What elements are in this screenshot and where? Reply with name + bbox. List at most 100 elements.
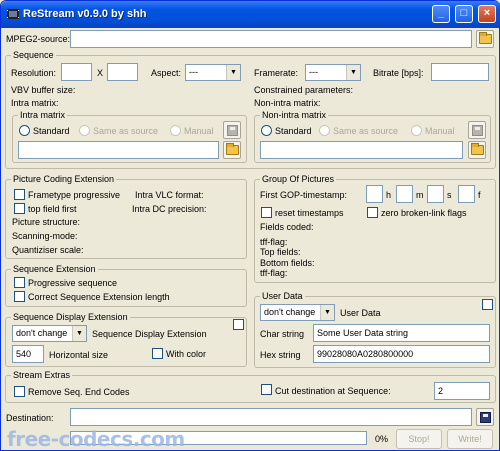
stop-button[interactable]: Stop! — [396, 429, 442, 449]
zero-broken-link-label: zero broken-link flags — [381, 208, 467, 218]
chevron-down-icon: ▼ — [226, 65, 240, 80]
top-fields-label: Top fields: — [260, 247, 301, 257]
cut-sequence-input[interactable]: 2 — [434, 382, 490, 400]
sde-mode-value: don't change — [16, 328, 68, 338]
gop-minutes-input[interactable] — [396, 185, 413, 203]
non-intra-manual-label: Manual — [425, 126, 455, 136]
intra-vlc-label: Intra VLC format: — [135, 190, 204, 200]
sde-mode-select[interactable]: don't change ▼ — [12, 325, 87, 342]
quantiser-label: Quantiziser scale: — [12, 245, 84, 255]
folder-open-icon — [479, 32, 492, 44]
remove-end-codes-checkbox[interactable] — [14, 386, 25, 397]
chevron-down-icon: ▼ — [72, 326, 86, 341]
frametype-progressive-checkbox[interactable] — [14, 189, 25, 200]
minimize-button[interactable]: _ — [432, 5, 450, 23]
gop-seconds-input[interactable] — [427, 185, 444, 203]
watermark-text: free-codecs.com — [7, 427, 185, 451]
non-intra-same-radio[interactable] — [319, 125, 330, 136]
folder-open-icon — [471, 143, 484, 155]
cut-destination-checkbox[interactable] — [261, 384, 272, 395]
correct-length-checkbox[interactable] — [14, 291, 25, 302]
scanning-mode-label: Scanning-mode: — [12, 231, 78, 241]
non-intra-matrix-group-label: Non-intra matrix — [260, 110, 329, 120]
user-data-mode-value: don't change — [264, 307, 316, 317]
gop-f-label: f — [478, 190, 481, 200]
destination-input[interactable] — [70, 408, 472, 426]
maximize-button[interactable]: □ — [455, 5, 473, 23]
framerate-select[interactable]: --- ▼ — [305, 64, 361, 81]
horizontal-size-input[interactable]: 540 — [12, 345, 44, 363]
with-color-checkbox[interactable] — [152, 348, 163, 359]
user-data-mode-select[interactable]: don't change ▼ — [260, 304, 335, 321]
resolution-x-label: X — [97, 68, 104, 78]
fields-coded-label: Fields coded: — [260, 222, 314, 232]
reset-timestamps-checkbox[interactable] — [261, 207, 272, 218]
user-data-label: User Data — [340, 308, 381, 318]
char-string-label: Char string — [260, 329, 305, 339]
hex-string-input[interactable]: 99028080A0280800000 — [313, 345, 490, 363]
non-intra-matrix-path[interactable] — [260, 141, 463, 159]
intra-open-button[interactable] — [223, 141, 241, 159]
constrained-label: Constrained parameters: — [254, 85, 354, 95]
save-icon — [480, 412, 491, 423]
user-data-enable-checkbox[interactable] — [482, 299, 493, 310]
progressive-sequence-checkbox[interactable] — [14, 277, 25, 288]
window-title: ReStream v0.9.0 by shh — [23, 8, 147, 20]
zero-broken-link-checkbox[interactable] — [367, 207, 378, 218]
sde-label: Sequence Display Extension — [92, 329, 207, 339]
intra-dc-label: Intra DC precision: — [132, 204, 207, 214]
intra-standard-radio[interactable] — [19, 125, 30, 136]
sde-enable-checkbox[interactable] — [233, 319, 244, 330]
sequence-extension-label: Sequence Extension — [11, 264, 98, 274]
gop-group-label: Group Of Pictures — [260, 174, 337, 184]
stream-extras-group-label: Stream Extras — [11, 370, 73, 380]
cut-destination-label: Cut destination at Sequence: — [275, 386, 391, 396]
intra-matrix-path[interactable] — [18, 141, 219, 159]
mpeg2-source-input[interactable] — [70, 30, 472, 48]
top-field-first-label: top field first — [28, 204, 77, 214]
open-source-button[interactable] — [476, 30, 494, 48]
main-window: ReStream v0.9.0 by shh _ □ × MPEG2-sourc… — [0, 0, 500, 451]
reset-timestamps-label: reset timestamps — [275, 208, 344, 218]
folder-open-icon — [226, 143, 239, 155]
non-intra-matrix-text: Non-intra matrix: — [254, 98, 321, 108]
bitrate-label: Bitrate [bps]: — [373, 68, 424, 78]
film-strip-icon — [7, 9, 19, 19]
picture-coding-extension-label: Picture Coding Extension — [11, 174, 117, 184]
resolution-width-input[interactable] — [61, 63, 92, 81]
intra-manual-radio[interactable] — [170, 125, 181, 136]
save-icon — [472, 125, 483, 136]
intra-standard-label: Standard — [33, 126, 70, 136]
resolution-label: Resolution: — [11, 68, 57, 78]
intra-save-button[interactable] — [223, 121, 241, 139]
bitrate-input[interactable] — [431, 63, 489, 81]
title-bar: ReStream v0.9.0 by shh _ □ × — [1, 1, 500, 28]
aspect-select[interactable]: --- ▼ — [185, 64, 241, 81]
non-intra-save-button[interactable] — [468, 121, 486, 139]
non-intra-standard-label: Standard — [275, 126, 312, 136]
non-intra-open-button[interactable] — [468, 141, 486, 159]
aspect-value: --- — [189, 67, 198, 77]
resolution-height-input[interactable] — [107, 63, 138, 81]
horizontal-size-label: Horizontal size — [49, 350, 109, 360]
save-destination-button[interactable] — [476, 408, 494, 426]
char-string-input[interactable]: Some User Data string — [313, 324, 490, 342]
non-intra-standard-radio[interactable] — [261, 125, 272, 136]
write-button[interactable]: Write! — [447, 429, 493, 449]
gop-m-label: m — [416, 190, 424, 200]
close-button[interactable]: × — [478, 5, 496, 23]
picture-structure-label: Picture structure: — [12, 217, 81, 227]
vbv-label: VBV buffer size: — [11, 85, 76, 95]
tff-flag-2-label: tff-flag: — [260, 268, 288, 278]
gop-frames-input[interactable] — [458, 185, 475, 203]
non-intra-manual-radio[interactable] — [411, 125, 422, 136]
remove-end-codes-label: Remove Seq. End Codes — [28, 387, 130, 397]
intra-same-radio[interactable] — [79, 125, 90, 136]
correct-length-label: Correct Sequence Extension length — [28, 292, 170, 302]
gop-hours-input[interactable] — [366, 185, 383, 203]
mpeg2-source-label: MPEG2-source: — [6, 34, 71, 44]
save-icon — [227, 125, 238, 136]
sequence-display-extension-group-label: Sequence Display Extension — [11, 312, 130, 322]
with-color-label: With color — [166, 349, 207, 359]
top-field-first-checkbox[interactable] — [14, 203, 25, 214]
